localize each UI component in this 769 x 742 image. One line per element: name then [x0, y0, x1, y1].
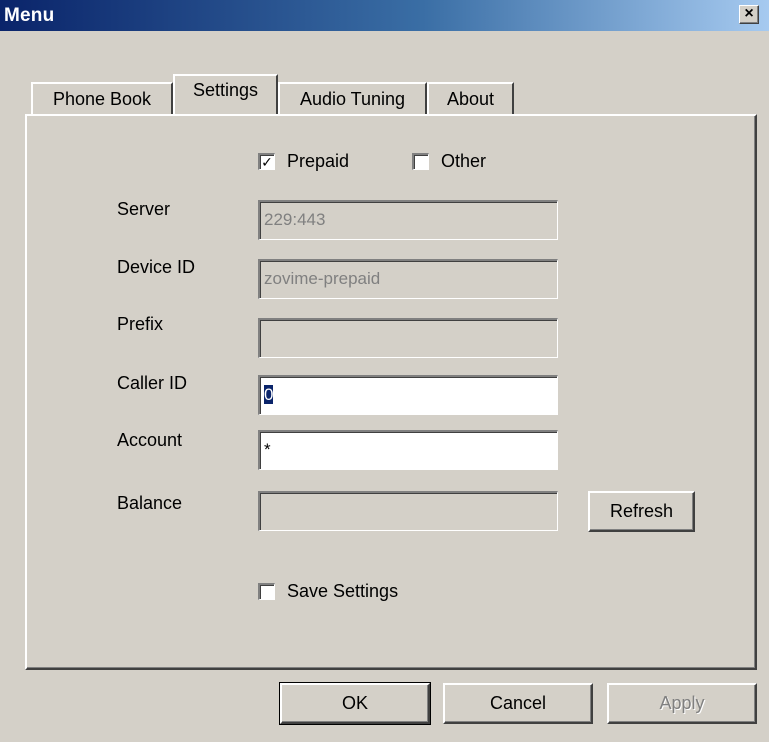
prefix-field: [258, 318, 558, 358]
account-value: *: [264, 440, 271, 459]
apply-button: Apply: [607, 683, 757, 724]
tab-label: Phone Book: [52, 89, 152, 109]
tab-label: Audio Tuning: [299, 89, 406, 109]
ok-button[interactable]: OK: [279, 682, 431, 725]
device-id-field: zovime-prepaid: [258, 259, 558, 299]
prefix-label: Prefix: [117, 314, 164, 334]
server-value: 229:443: [264, 210, 326, 229]
cancel-button[interactable]: Cancel: [443, 683, 593, 724]
balance-label: Balance: [117, 493, 183, 513]
refresh-label: Refresh: [609, 501, 674, 521]
other-checkbox[interactable]: Other: [412, 151, 486, 172]
caller-id-field[interactable]: 0: [258, 375, 558, 415]
account-label: Account: [117, 430, 183, 450]
tab-label: About: [446, 89, 495, 109]
server-label: Server: [117, 199, 171, 219]
save-settings-checkbox[interactable]: Save Settings: [258, 581, 398, 602]
apply-label: Apply: [659, 693, 705, 713]
prepaid-checkbox[interactable]: ✓ Prepaid: [258, 151, 349, 172]
account-field[interactable]: *: [258, 430, 558, 470]
save-settings-label: Save Settings: [287, 581, 399, 601]
tab-phone-book[interactable]: Phone Book: [31, 82, 173, 116]
window-title: Menu: [4, 5, 55, 26]
checkbox-box: [412, 153, 429, 170]
prepaid-label: Prepaid: [287, 151, 350, 171]
refresh-button[interactable]: Refresh: [588, 491, 695, 532]
checkmark-icon: ✓: [258, 153, 275, 170]
tab-audio-tuning[interactable]: Audio Tuning: [278, 82, 427, 116]
caller-id-value: 0: [264, 385, 274, 404]
close-icon: ×: [744, 5, 754, 22]
tab-label: Settings: [192, 80, 259, 100]
device-id-label: Device ID: [117, 257, 196, 277]
balance-field: [258, 491, 558, 531]
cancel-label: Cancel: [489, 693, 547, 713]
close-button[interactable]: ×: [739, 5, 759, 24]
title-bar: Menu ×: [0, 0, 769, 31]
tab-about[interactable]: About: [427, 82, 514, 116]
other-label: Other: [441, 151, 487, 171]
tab-settings[interactable]: Settings: [173, 74, 278, 114]
server-field: 229:443: [258, 200, 558, 240]
checkbox-box: [258, 583, 275, 600]
caller-id-label: Caller ID: [117, 373, 188, 393]
device-id-value: zovime-prepaid: [264, 269, 381, 288]
ok-label: OK: [341, 693, 368, 713]
